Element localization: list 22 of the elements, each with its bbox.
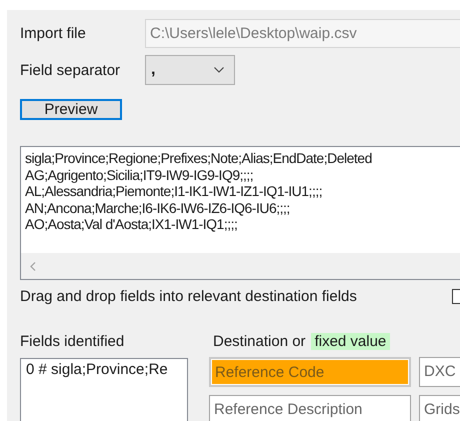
destination-field[interactable]: Grids [419, 395, 460, 421]
preview-button[interactable]: Preview [20, 99, 122, 120]
preview-line: AG;Agrigento;Sicilia;IT9-IW9-IG9-IQ9;;;; [25, 166, 254, 183]
preview-line: AL;Alessandria;Piemonte;I1-IK1-IW1-IZ1-IQ1-IU1;;;; [25, 183, 322, 200]
horizontal-scrollbar[interactable] [21, 253, 460, 279]
fields-identified-label: Fields identified [20, 333, 126, 350]
destination-field[interactable]: DXC [419, 357, 460, 387]
preview-line: AN;Ancona;Marche;I6-IK6-IW6-IZ6-IQ6-IU6;;;; [25, 200, 290, 216]
destination-label: Destination or [213, 333, 306, 350]
destination-field[interactable]: Reference Code [209, 357, 411, 387]
instruction-text: Drag and drop fields into relevant destination fields [20, 288, 357, 305]
fields-identified-list[interactable]: 0 # sigla;Province;Re [20, 358, 188, 421]
import-file-label: Import file [20, 25, 87, 42]
preview-line: sigla;Province;Regione;Prefixes;Note;Alias;EndDate;Deleted [25, 150, 372, 166]
field-separator-dropdown[interactable]: , [145, 55, 235, 85]
destination-field[interactable]: Reference Description [209, 395, 411, 421]
field-list-item[interactable]: 0 # sigla;Province;Re [26, 361, 182, 378]
preview-line: AO;Aosta;Val d'Aosta;IX1-IW1-IQ1;;;; [25, 216, 238, 232]
fixed-value-legend: fixed value [310, 333, 390, 350]
scroll-left-icon[interactable] [30, 262, 36, 270]
field-separator-label: Field separator [20, 62, 122, 78]
chevron-down-icon [214, 67, 224, 73]
